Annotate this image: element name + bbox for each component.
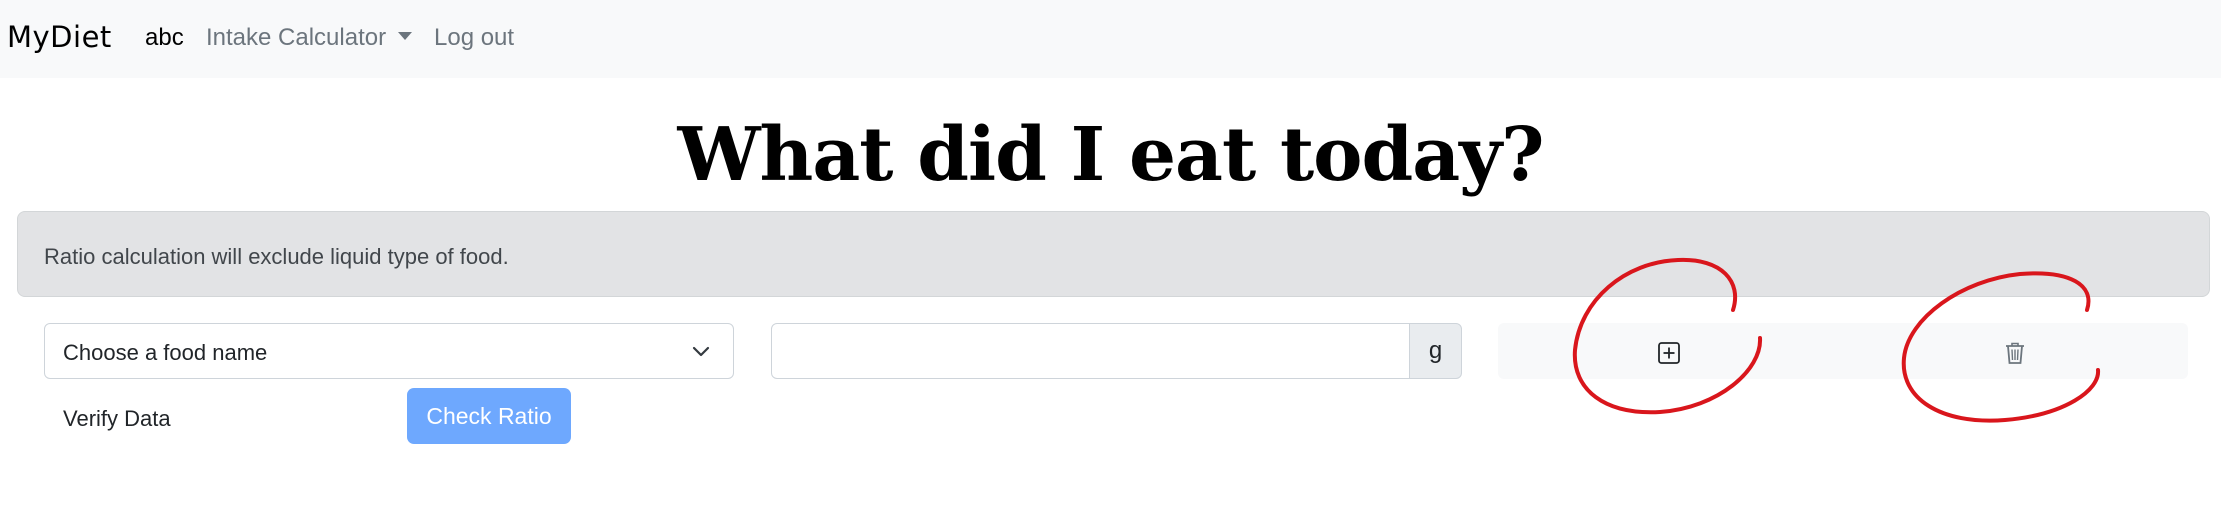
nav-user[interactable]: abc <box>145 24 184 52</box>
quantity-input[interactable] <box>771 323 1410 379</box>
chevron-down-icon <box>692 346 710 357</box>
quantity-input-group: g <box>771 323 1462 379</box>
nav-intake-calculator-dropdown[interactable]: Intake Calculator <box>206 24 413 52</box>
alert-text: Ratio calculation will exclude liquid ty… <box>44 244 509 269</box>
check-ratio-button[interactable]: Check Ratio <box>407 388 571 444</box>
caret-down-icon <box>398 32 413 40</box>
delete-food-button[interactable] <box>1843 323 2188 379</box>
trash-icon <box>2006 342 2024 364</box>
plus-square-icon <box>1658 342 1680 364</box>
info-alert: Ratio calculation will exclude liquid ty… <box>17 211 2210 297</box>
nav-intake-calculator-label: Intake Calculator <box>206 24 387 51</box>
nav-logout[interactable]: Log out <box>434 24 514 52</box>
page-title: What did I eat today? <box>677 112 1544 198</box>
add-food-button[interactable] <box>1498 323 1843 379</box>
navbar: MyDiet abc Intake Calculator Log out <box>0 0 2221 78</box>
verify-data-label: Verify Data <box>63 406 171 431</box>
brand-logo[interactable]: MyDiet <box>7 20 112 54</box>
food-name-select-value: Choose a food name <box>63 340 268 365</box>
food-name-select[interactable]: Choose a food name <box>44 323 734 379</box>
unit-label: g <box>1409 323 1462 379</box>
